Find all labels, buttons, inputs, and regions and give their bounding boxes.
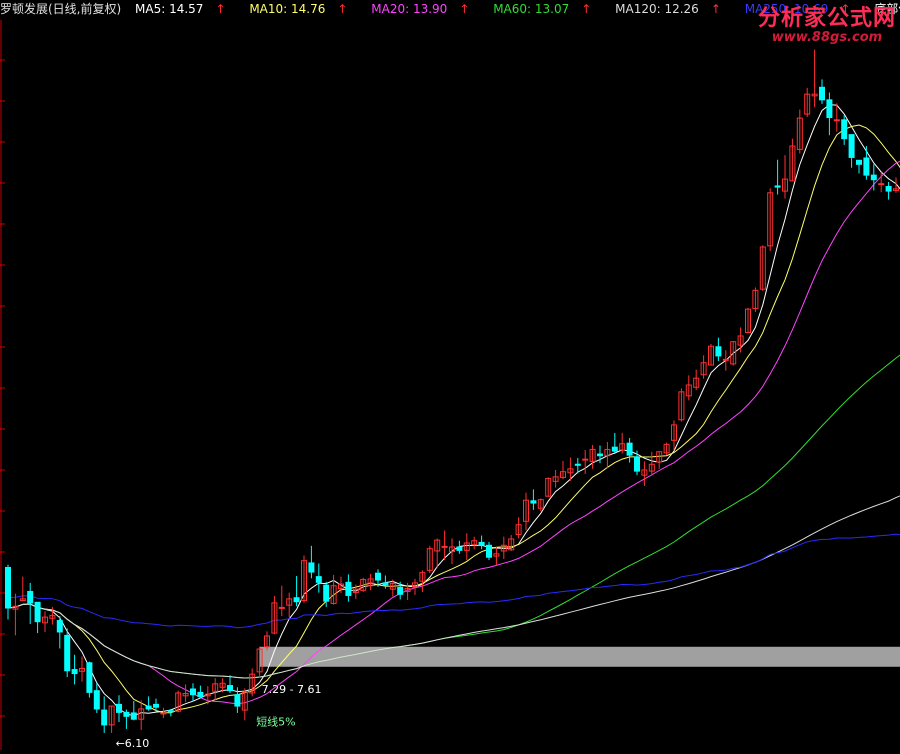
candle-down bbox=[597, 453, 603, 457]
watermark: 分析家公式网 www.88gs.com bbox=[758, 0, 896, 45]
ma20-value: MA20: 13.90 bbox=[371, 2, 448, 16]
candle-down bbox=[885, 186, 892, 192]
candle-down bbox=[856, 159, 862, 165]
candle-down bbox=[323, 584, 330, 602]
ma10-label: MA10: 14.76 ↑ bbox=[249, 2, 357, 16]
support-band bbox=[259, 646, 900, 667]
watermark-url: www.88gs.com bbox=[771, 30, 883, 45]
ma5-label: MA5: 14.57 ↑ bbox=[135, 2, 235, 16]
stock-name: 罗顿发展(日线,前复权) bbox=[0, 2, 122, 16]
candle-down bbox=[456, 546, 463, 551]
candle-down bbox=[870, 174, 877, 181]
candle-up bbox=[878, 183, 885, 186]
candle-up bbox=[278, 606, 285, 609]
candle-down bbox=[611, 446, 618, 452]
candle-down bbox=[123, 711, 130, 717]
ma5-value: MA5: 14.57 bbox=[135, 2, 204, 16]
candle-down bbox=[197, 691, 204, 697]
candle-down bbox=[101, 709, 108, 726]
chart-background bbox=[0, 0, 900, 754]
candle-down bbox=[345, 581, 352, 596]
up-arrow-icon: ↑ bbox=[710, 2, 721, 16]
up-arrow-icon: ↑ bbox=[459, 2, 470, 16]
candle-down bbox=[5, 567, 11, 609]
candle-down bbox=[167, 710, 174, 713]
candle-down bbox=[145, 705, 152, 710]
candle-down bbox=[826, 99, 833, 119]
candle-up bbox=[441, 545, 448, 548]
candle-down bbox=[478, 541, 485, 546]
candle-down bbox=[64, 634, 71, 672]
candle-down bbox=[86, 662, 93, 693]
watermark-title: 分析家公式网 bbox=[757, 6, 896, 31]
up-arrow-icon: ↑ bbox=[215, 2, 226, 16]
candle-down bbox=[227, 685, 233, 692]
candle-down bbox=[530, 500, 537, 504]
ma120-label: MA120: 12.26 ↑ bbox=[615, 2, 731, 16]
candle-down bbox=[153, 703, 159, 708]
candle-down bbox=[34, 601, 41, 623]
up-arrow-icon: ↑ bbox=[581, 2, 592, 16]
candle-down bbox=[634, 456, 640, 472]
candle-down bbox=[308, 562, 315, 573]
candle-down bbox=[71, 669, 78, 675]
candle-down bbox=[234, 694, 241, 707]
candle-down bbox=[841, 119, 848, 140]
candle-up bbox=[722, 358, 729, 361]
ma60-value: MA60: 13.07 bbox=[493, 2, 570, 16]
candle-down bbox=[715, 346, 722, 357]
band-label: 7.29 - 7.61 bbox=[262, 683, 322, 696]
candle-down bbox=[819, 86, 825, 101]
candle-down bbox=[130, 712, 137, 720]
ma60-label: MA60: 13.07 ↑ bbox=[493, 2, 601, 16]
candlestick-chart[interactable]: 7.29 - 7.6111.19 - 11.50短线5%短线5%←6.10 bbox=[0, 0, 900, 754]
candle-down bbox=[848, 134, 855, 158]
candle-down bbox=[574, 463, 581, 466]
candle-down bbox=[382, 582, 389, 586]
candle-down bbox=[116, 703, 122, 713]
candle-down bbox=[375, 572, 381, 581]
candle-down bbox=[774, 185, 781, 188]
candle-up bbox=[833, 119, 840, 122]
ma20-label: MA20: 13.90 ↑ bbox=[371, 2, 479, 16]
candle-down bbox=[93, 690, 100, 710]
candle-down bbox=[293, 597, 300, 603]
candle-down bbox=[315, 576, 322, 583]
candle-down bbox=[190, 688, 196, 696]
ma10-value: MA10: 14.76 bbox=[249, 2, 326, 16]
low-price-label: ←6.10 bbox=[116, 737, 150, 750]
candle-down bbox=[486, 544, 492, 558]
candle-up bbox=[160, 712, 167, 715]
candle-down bbox=[626, 442, 633, 456]
up-arrow-icon: ↑ bbox=[337, 2, 348, 16]
ma120-value: MA120: 12.26 bbox=[615, 2, 699, 16]
candle-down bbox=[56, 620, 63, 633]
candle-down bbox=[863, 157, 870, 176]
candle-up bbox=[582, 458, 589, 461]
signal-label: 短线5% bbox=[256, 714, 295, 728]
candle-down bbox=[397, 586, 404, 595]
candle-down bbox=[27, 590, 34, 604]
